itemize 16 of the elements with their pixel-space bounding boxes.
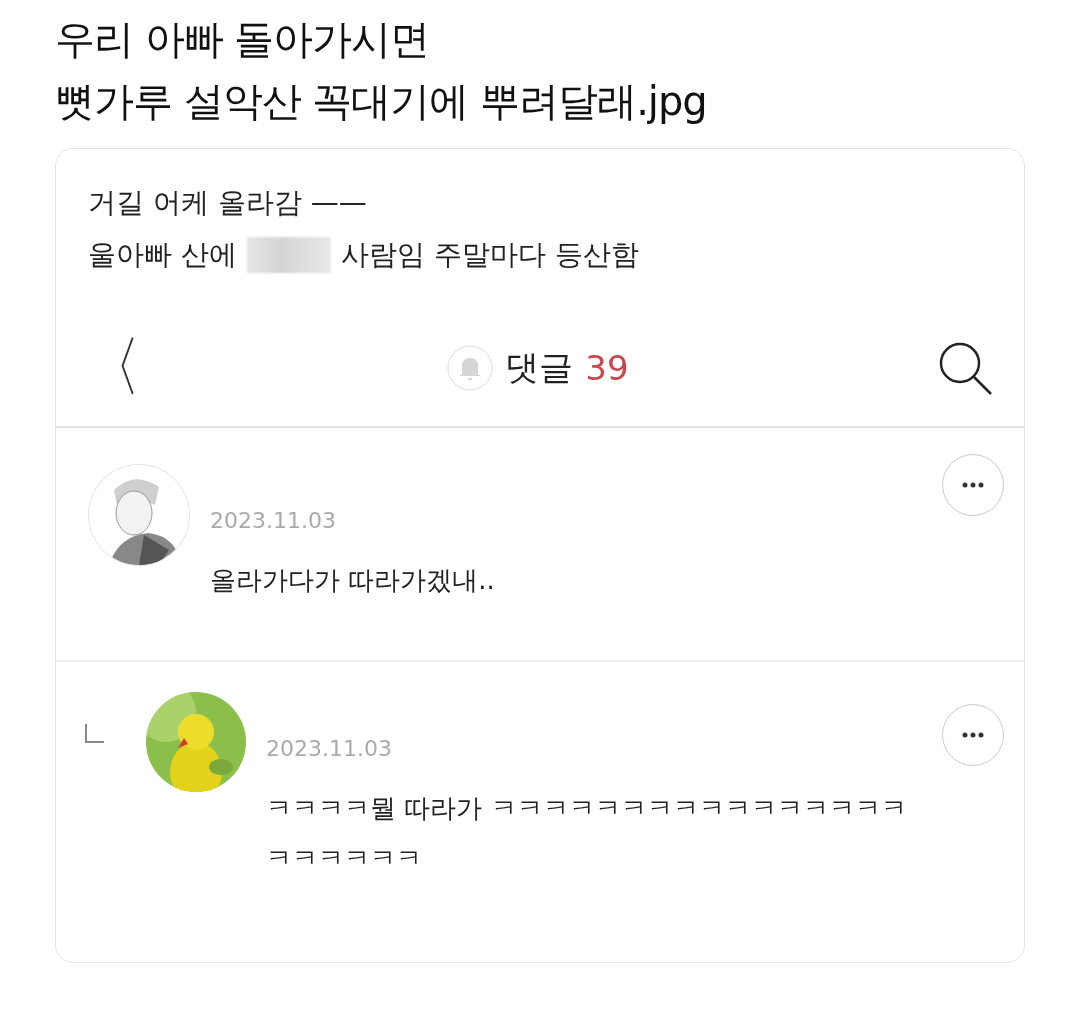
caption-text: 거길 어케 올라감 ——: [88, 185, 367, 221]
comment-count: 39: [585, 347, 629, 388]
more-icon: [962, 482, 984, 488]
comment-date: 2023.11.03: [266, 736, 393, 761]
post-title: 우리 아빠 돌아가시면: [55, 15, 431, 64]
comment-text: ㅋㅋㅋㅋ뭘 따라가 ㅋㅋㅋㅋㅋㅋㅋㅋㅋㅋㅋㅋㅋㅋㅋㅋㅋㅋㅋㅋㅋㅋ: [266, 792, 908, 875]
caption-text: 사람임 주말마다 등산함: [340, 237, 639, 273]
comment-date: 2023.11.03: [210, 508, 337, 533]
bell-icon[interactable]: [447, 344, 494, 391]
back-button[interactable]: 〈: [90, 323, 140, 412]
comment-text: 올라가다가 따라가겠내..: [210, 564, 496, 597]
more-icon: [962, 732, 984, 738]
comments-label: 댓글: [505, 345, 574, 389]
caption-text: 울아빠 산에: [88, 237, 237, 273]
post-title: 뼛가루 설악산 꼭대기에 뿌려달래.jpg: [55, 77, 708, 126]
reply-icon: [84, 722, 106, 744]
